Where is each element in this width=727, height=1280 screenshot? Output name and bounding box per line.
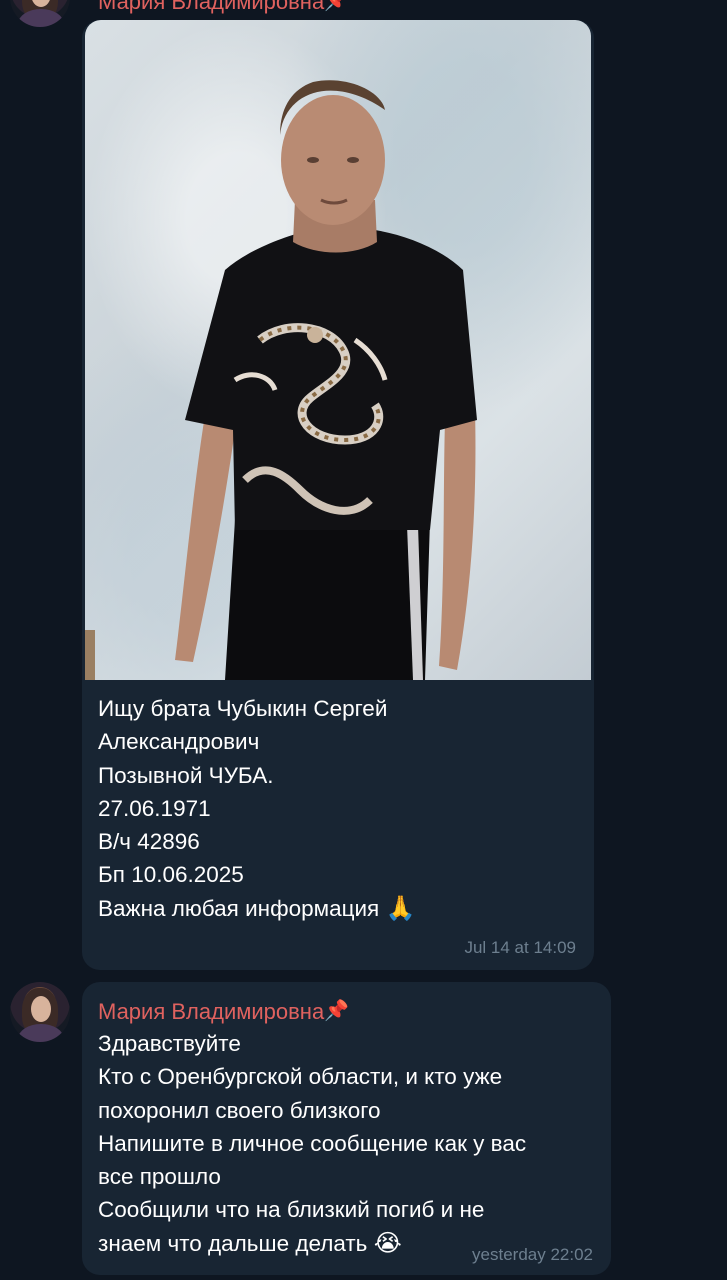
caption-line: Ищу брата Чубыкин Сергей: [98, 696, 388, 721]
message-line: похоронил своего близкого: [98, 1097, 381, 1123]
caption-line: Бп 10.06.2025: [98, 862, 244, 888]
pushpin-icon: 📌: [324, 1000, 350, 1022]
praying-hands-emoji: 🙏: [385, 894, 416, 922]
chat-view[interactable]: Мария Владимировна📌 Ищу брата Чубыкин Се…: [0, 0, 727, 1280]
caption-line: Александрович: [98, 729, 260, 755]
message-text: Здравствуйте Кто с Оренбургской области,…: [98, 1027, 595, 1260]
message-caption: Ищу брата Чубыкин Сергей Александрович П…: [98, 692, 578, 925]
sender-name-text: Мария Владимировна: [98, 0, 325, 14]
photo-door-edge: [85, 630, 95, 680]
caption-line: Важна любая информация 🙏: [98, 892, 578, 925]
sender-name-text: Мария Владимировна: [98, 999, 325, 1024]
message-bubble-photo[interactable]: Ищу брата Чубыкин Сергей Александрович П…: [82, 20, 594, 970]
crying-face-emoji: 😭: [373, 1229, 402, 1257]
sender-avatar[interactable]: [10, 0, 70, 27]
caption-line: 27.06.1971: [98, 795, 211, 821]
message-line: все прошло: [98, 1164, 221, 1190]
caption-line: Позывной ЧУБА.: [98, 762, 274, 788]
message-timestamp: Jul 14 at 14:09: [464, 938, 576, 957]
sender-name-partial[interactable]: Мария Владимировна📌: [98, 0, 349, 17]
message-line: Напишите в личное сообщение как у вас: [98, 1130, 527, 1156]
pushpin-icon: 📌: [324, 0, 350, 12]
sender-avatar[interactable]: [10, 982, 70, 1042]
caption-line: В/ч 42896: [98, 829, 200, 855]
message-line: Кто с Оренбургской области, и кто уже: [98, 1064, 503, 1090]
message-timestamp: yesterday 22:02: [472, 1245, 593, 1264]
message-bubble-text[interactable]: Мария Владимировна📌 Здравствуйте Кто с О…: [82, 982, 611, 1275]
message-line-text: знаем что дальше делать: [98, 1230, 368, 1256]
photo-person-image: [175, 80, 477, 680]
message-line: Сообщили что на близкий погиб и не: [98, 1197, 485, 1223]
caption-line-text: Важна любая информация: [98, 895, 380, 921]
message-photo[interactable]: [85, 20, 591, 680]
message-line: Здравствуйте: [98, 1031, 241, 1056]
sender-name[interactable]: Мария Владимировна📌: [98, 996, 595, 1027]
